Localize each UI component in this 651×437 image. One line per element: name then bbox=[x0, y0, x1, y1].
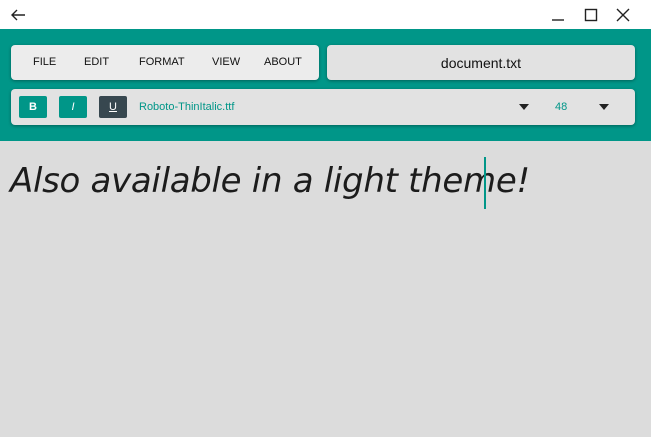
back-arrow-icon bbox=[11, 9, 25, 20]
font-size-select[interactable]: 48 bbox=[555, 89, 567, 125]
minimize-icon bbox=[552, 18, 564, 21]
maximize-button[interactable] bbox=[576, 0, 606, 29]
menu-bar: FILE EDIT FORMAT VIEW ABOUT bbox=[11, 45, 319, 80]
back-button[interactable] bbox=[3, 0, 33, 29]
editor-content[interactable]: Also available in a light theme! bbox=[10, 161, 530, 201]
bold-button[interactable]: B bbox=[19, 96, 47, 118]
menu-format[interactable]: FORMAT bbox=[139, 45, 185, 80]
text-cursor bbox=[484, 157, 486, 209]
italic-button[interactable]: I bbox=[59, 96, 87, 118]
close-button[interactable] bbox=[608, 0, 638, 29]
close-icon bbox=[616, 8, 630, 21]
format-toolbar: B I U Roboto-ThinItalic.ttf 48 bbox=[11, 89, 635, 125]
menu-about[interactable]: ABOUT bbox=[264, 45, 302, 80]
menu-file[interactable]: FILE bbox=[33, 45, 56, 80]
underline-button[interactable]: U bbox=[99, 96, 127, 118]
title-bar bbox=[0, 0, 651, 29]
font-select[interactable]: Roboto-ThinItalic.ttf bbox=[139, 89, 234, 125]
menu-view[interactable]: VIEW bbox=[212, 45, 240, 80]
filename-display: document.txt bbox=[327, 45, 635, 80]
filename-label: document.txt bbox=[440, 54, 522, 71]
font-dropdown-icon[interactable] bbox=[519, 104, 529, 110]
maximize-icon bbox=[584, 8, 598, 21]
text-editor[interactable]: Also available in a light theme! bbox=[0, 141, 651, 437]
minimize-button[interactable] bbox=[543, 0, 573, 29]
size-dropdown-icon[interactable] bbox=[599, 104, 609, 110]
menu-edit[interactable]: EDIT bbox=[84, 45, 109, 80]
